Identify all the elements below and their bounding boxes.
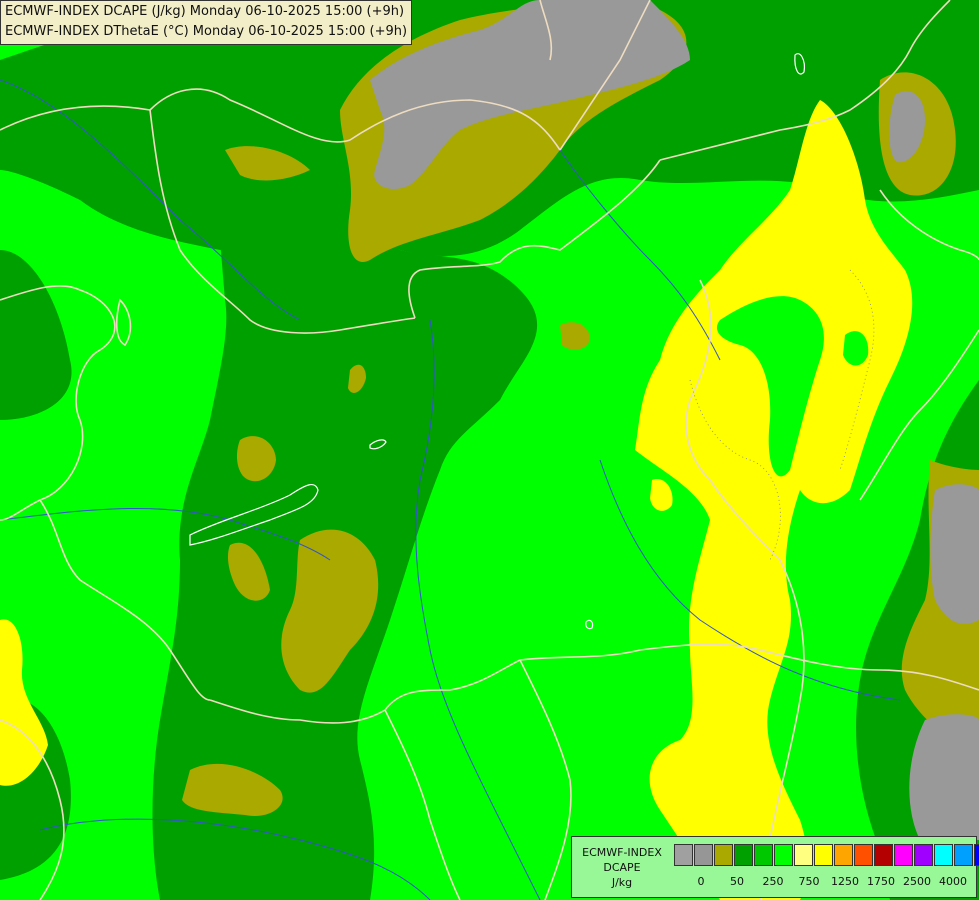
legend-swatch	[854, 844, 873, 866]
legend-swatch	[714, 844, 733, 866]
legend-swatch	[734, 844, 753, 866]
legend-tick-label: 250	[762, 875, 784, 888]
legend-tick-label: 50	[730, 875, 744, 888]
legend-tick-label: 750	[798, 875, 820, 888]
legend-unit: J/kg	[611, 876, 633, 889]
color-legend: ECMWF-INDEX DCAPE J/kg 0 50 250 750 1250 1750…	[571, 836, 979, 898]
legend-model: ECMWF-INDEX	[582, 846, 662, 859]
legend-swatch	[834, 844, 853, 866]
legend-swatch	[794, 844, 813, 866]
legend-tick-label: 4000	[939, 875, 967, 888]
legend-label: ECMWF-INDEX DCAPE J/kg	[572, 845, 672, 890]
legend-swatch	[954, 844, 973, 866]
legend-tick-label: 2500	[903, 875, 931, 888]
legend-swatch	[674, 844, 693, 866]
dcape-area-gray-southeast	[909, 714, 979, 840]
legend-swatch	[694, 844, 713, 866]
legend-swatches	[674, 844, 979, 866]
legend-tick-label: 1750	[867, 875, 895, 888]
legend-tick-label: 0	[697, 875, 705, 888]
legend-ticks: 0 50 250 750 1250 1750 2500 4000	[674, 875, 974, 889]
title-line-dcape: ECMWF-INDEX DCAPE (J/kg) Monday 06-10-20…	[5, 4, 405, 19]
legend-swatch	[754, 844, 773, 866]
legend-swatch	[934, 844, 953, 866]
legend-swatch	[894, 844, 913, 866]
legend-parameter: DCAPE	[603, 861, 641, 874]
title-line-dthetae: ECMWF-INDEX DThetaE (°C) Monday 06-10-20…	[5, 24, 408, 39]
dcape-area-gray-east	[930, 484, 979, 624]
legend-swatch	[974, 844, 979, 866]
legend-swatch	[914, 844, 933, 866]
legend-tick-label: 1250	[831, 875, 859, 888]
legend-swatch	[774, 844, 793, 866]
legend-swatch	[814, 844, 833, 866]
map-title: ECMWF-INDEX DCAPE (J/kg) Monday 06-10-20…	[0, 0, 413, 45]
dcape-map	[0, 0, 979, 900]
legend-swatch	[874, 844, 893, 866]
